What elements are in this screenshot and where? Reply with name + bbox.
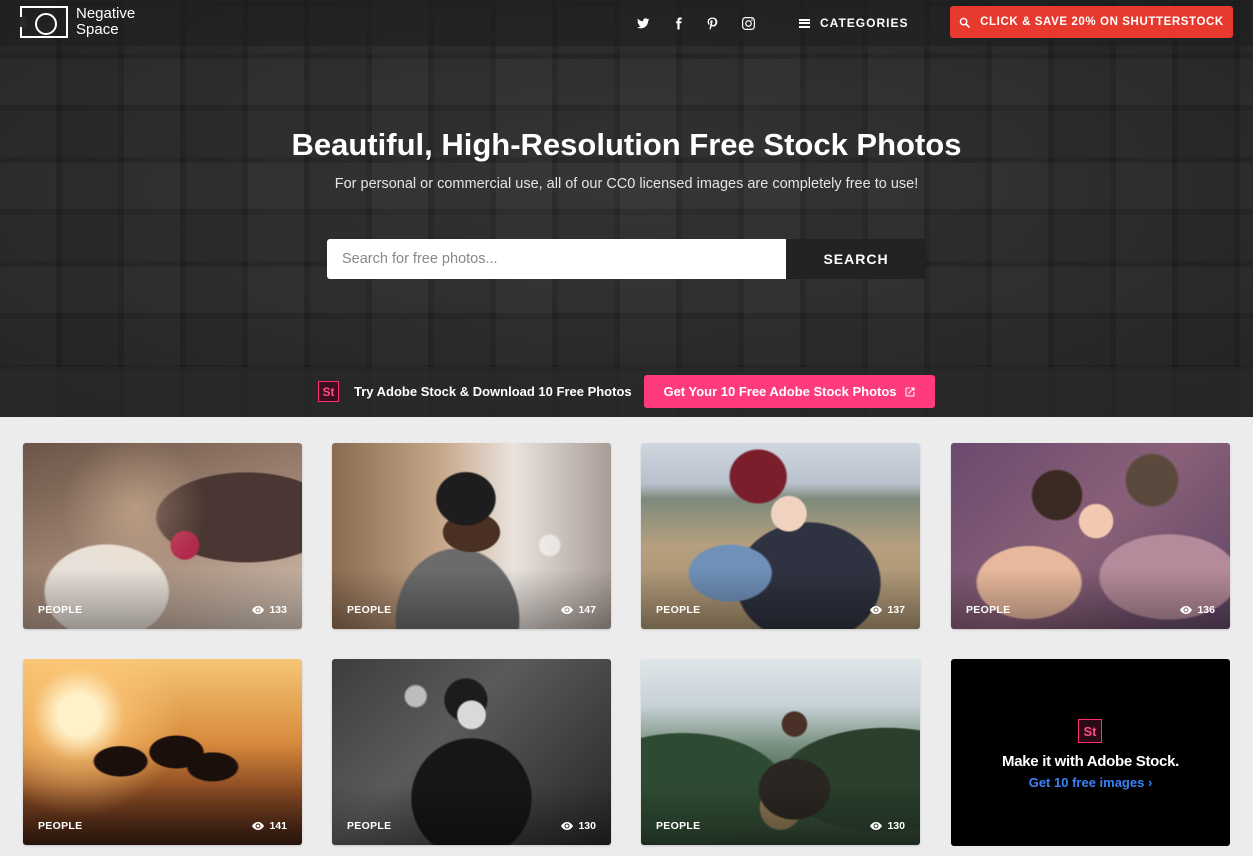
instagram-icon[interactable]	[739, 14, 757, 32]
photo-views: 130	[870, 820, 905, 832]
twitter-icon[interactable]	[634, 14, 652, 32]
photo-views: 136	[1180, 604, 1215, 616]
photo-view-count: 147	[578, 604, 596, 616]
search-input[interactable]	[327, 239, 786, 279]
adobe-stock-ad-card[interactable]: St Make it with Adobe Stock. Get 10 free…	[951, 659, 1230, 846]
photo-overlay	[23, 569, 302, 629]
photo-card[interactable]: PEOPLE 136	[951, 443, 1230, 629]
photo-category[interactable]: PEOPLE	[347, 820, 391, 832]
pinterest-icon[interactable]	[703, 14, 721, 32]
photo-view-count: 141	[269, 820, 287, 832]
photo-views: 130	[561, 820, 596, 832]
photo-views: 137	[870, 604, 905, 616]
photo-category[interactable]: PEOPLE	[656, 820, 700, 832]
photo-views: 147	[561, 604, 596, 616]
categories-label: CATEGORIES	[820, 16, 909, 30]
photo-view-count: 130	[887, 820, 905, 832]
eye-icon	[1180, 606, 1193, 614]
adobe-stock-icon: St	[1078, 719, 1102, 743]
page-title: Beautiful, High-Resolution Free Stock Ph…	[291, 127, 962, 162]
eye-icon	[252, 606, 265, 614]
photo-view-count: 137	[887, 604, 905, 616]
photo-category[interactable]: PEOPLE	[656, 604, 700, 616]
top-navigation: Negative Space CATEGORIES CLICK & SAVE 2…	[0, 0, 1253, 46]
logo-text: Negative Space	[76, 6, 135, 38]
shutterstock-button[interactable]: CLICK & SAVE 20% ON SHUTTERSTOCK	[950, 6, 1233, 38]
eye-icon	[870, 822, 883, 830]
photo-views: 141	[252, 820, 287, 832]
search-icon	[959, 17, 971, 28]
logo-line-2: Space	[76, 21, 119, 38]
ad-title: Make it with Adobe Stock.	[1002, 753, 1179, 770]
site-logo[interactable]: Negative Space	[20, 6, 135, 38]
photo-category[interactable]: PEOPLE	[966, 604, 1010, 616]
photo-card[interactable]: PEOPLE 130	[641, 659, 920, 845]
menu-icon	[799, 18, 810, 28]
facebook-icon[interactable]	[669, 14, 687, 32]
external-link-icon	[905, 387, 915, 396]
photo-view-count: 136	[1197, 604, 1215, 616]
photo-overlay	[23, 785, 302, 845]
eye-icon	[561, 606, 574, 614]
photo-card[interactable]: PEOPLE 137	[641, 443, 920, 629]
eye-icon	[870, 606, 883, 614]
page-subtitle: For personal or commercial use, all of o…	[334, 176, 919, 192]
ad-link[interactable]: Get 10 free images ›	[951, 775, 1230, 790]
photo-card[interactable]: PEOPLE 133	[23, 443, 302, 629]
photo-views: 133	[252, 604, 287, 616]
photo-card[interactable]: PEOPLE 130	[332, 659, 611, 845]
logo-line-1: Negative	[76, 5, 136, 22]
photo-overlay	[332, 785, 611, 845]
adobe-stock-banner: St Try Adobe Stock & Download 10 Free Ph…	[0, 367, 1253, 417]
photo-overlay	[332, 569, 611, 629]
adobe-banner-text: Try Adobe Stock & Download 10 Free Photo…	[354, 384, 632, 399]
adobe-cta-label: Get Your 10 Free Adobe Stock Photos	[663, 384, 897, 399]
photo-view-count: 133	[269, 604, 287, 616]
eye-icon	[252, 822, 265, 830]
photo-card[interactable]: PEOPLE 147	[332, 443, 611, 629]
categories-menu[interactable]: CATEGORIES	[799, 12, 908, 34]
search-button[interactable]: SEARCH	[786, 239, 926, 279]
hero-section: Negative Space CATEGORIES CLICK & SAVE 2…	[0, 0, 1253, 417]
hero-background	[0, 0, 1253, 417]
photo-overlay	[641, 785, 920, 845]
photo-category[interactable]: PEOPLE	[347, 604, 391, 616]
photo-view-count: 130	[578, 820, 596, 832]
shutterstock-label: CLICK & SAVE 20% ON SHUTTERSTOCK	[980, 16, 1224, 28]
photo-category[interactable]: PEOPLE	[38, 604, 82, 616]
photo-card[interactable]: PEOPLE 141	[23, 659, 302, 845]
search-bar: SEARCH	[327, 239, 926, 279]
adobe-stock-cta-button[interactable]: Get Your 10 Free Adobe Stock Photos	[644, 375, 935, 408]
eye-icon	[561, 822, 574, 830]
photo-category[interactable]: PEOPLE	[38, 820, 82, 832]
photo-overlay	[951, 569, 1230, 629]
adobe-stock-icon: St	[318, 381, 339, 402]
camera-logo-icon	[20, 6, 68, 38]
photo-overlay	[641, 569, 920, 629]
